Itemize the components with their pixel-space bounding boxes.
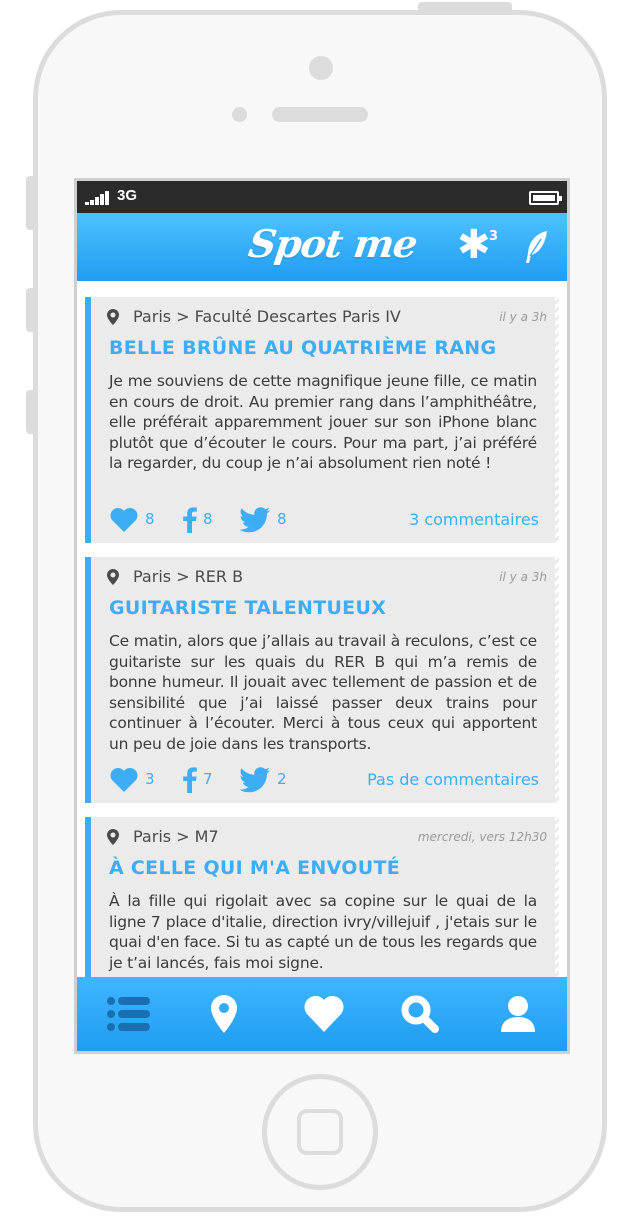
quill-icon: [526, 231, 547, 263]
battery-icon: [529, 191, 562, 205]
post-card[interactable]: Paris > RER B il y a 3h GUITARISTE TALEN…: [85, 557, 563, 803]
post-card[interactable]: Paris > Faculté Descartes Paris IV il y …: [85, 297, 563, 543]
tab-map[interactable]: [175, 977, 273, 1051]
like-count: 3: [145, 770, 155, 788]
location-pin-icon: [107, 829, 119, 845]
search-icon: [401, 995, 439, 1033]
post-title[interactable]: GUITARISTE TALENTUEUX: [109, 597, 386, 619]
post-time: il y a 3h: [499, 310, 547, 324]
heart-icon: [304, 995, 344, 1032]
post-time: il y a 3h: [499, 570, 547, 584]
facebook-count: 8: [203, 510, 213, 528]
profile-icon: [501, 996, 535, 1032]
tab-feed[interactable]: [77, 977, 175, 1051]
location-pin-icon: [107, 309, 119, 325]
post-actions: 3 7 2 Pas de commentaires: [109, 765, 539, 793]
app-header: Spot me ✱ 3: [77, 213, 567, 281]
tab-bar: [77, 977, 567, 1051]
proximity-sensor: [232, 107, 247, 122]
signal-icon: [85, 191, 115, 205]
post-header: Paris > Faculté Descartes Paris IV il y …: [105, 307, 555, 327]
post-card[interactable]: Paris > M7 mercredi, vers 12h30 À CELLE …: [85, 817, 563, 977]
post-body: À la fille qui rigolait avec sa copine s…: [109, 892, 537, 972]
tab-favorites[interactable]: [273, 977, 371, 1051]
facebook-icon: [183, 507, 197, 533]
twitter-share-button[interactable]: 8: [239, 505, 289, 533]
post-body: Ce matin, alors que j’allais au travail …: [109, 632, 537, 753]
location-pin-icon: [107, 569, 119, 585]
list-icon: [107, 997, 150, 1031]
post-title[interactable]: À CELLE QUI M'A ENVOUTÉ: [109, 857, 400, 879]
post-location[interactable]: Paris > M7: [133, 827, 219, 846]
front-camera: [309, 56, 333, 80]
twitter-share-button[interactable]: 2: [239, 765, 289, 793]
post-location[interactable]: Paris > RER B: [133, 567, 243, 586]
asterisk-icon: ✱: [457, 222, 491, 268]
facebook-share-button[interactable]: 8: [183, 505, 223, 533]
tab-profile[interactable]: [469, 977, 567, 1051]
write-post-button[interactable]: [523, 229, 551, 265]
map-pin-icon: [211, 995, 237, 1033]
earpiece-speaker: [272, 107, 368, 122]
home-button[interactable]: [262, 1074, 378, 1190]
facebook-count: 7: [203, 770, 213, 788]
screen: 3G Spot me ✱ 3 Paris > Faculté Descartes…: [74, 178, 570, 1054]
post-time: mercredi, vers 12h30: [417, 830, 547, 844]
comments-link[interactable]: Pas de commentaires: [367, 770, 539, 789]
heart-icon: [110, 508, 138, 532]
notifications-button[interactable]: ✱ 3: [455, 222, 505, 268]
facebook-share-button[interactable]: 7: [183, 765, 223, 793]
status-bar: 3G: [77, 181, 567, 213]
app-logo: Spot me: [245, 221, 420, 266]
facebook-icon: [183, 767, 197, 793]
post-title[interactable]: BELLE BRÛNE AU QUATRIÈME RANG: [109, 337, 496, 359]
comments-link[interactable]: 3 commentaires: [409, 510, 539, 529]
post-header: Paris > M7 mercredi, vers 12h30: [105, 827, 555, 847]
post-body: Je me souviens de cette magnifique jeune…: [109, 372, 537, 473]
network-type: 3G: [117, 187, 138, 204]
tab-search[interactable]: [371, 977, 469, 1051]
post-feed[interactable]: Paris > Faculté Descartes Paris IV il y …: [77, 281, 567, 977]
twitter-count: 2: [277, 770, 287, 788]
twitter-count: 8: [277, 510, 287, 528]
post-header: Paris > RER B il y a 3h: [105, 567, 555, 587]
twitter-icon: [239, 507, 270, 533]
notification-count: 3: [489, 229, 499, 244]
like-count: 8: [145, 510, 155, 528]
like-button[interactable]: 8: [109, 505, 159, 533]
post-actions: 8 8 8 3 commentaires: [109, 505, 539, 533]
twitter-icon: [239, 767, 270, 793]
like-button[interactable]: 3: [109, 765, 159, 793]
post-location[interactable]: Paris > Faculté Descartes Paris IV: [133, 307, 401, 326]
heart-icon: [110, 768, 138, 792]
